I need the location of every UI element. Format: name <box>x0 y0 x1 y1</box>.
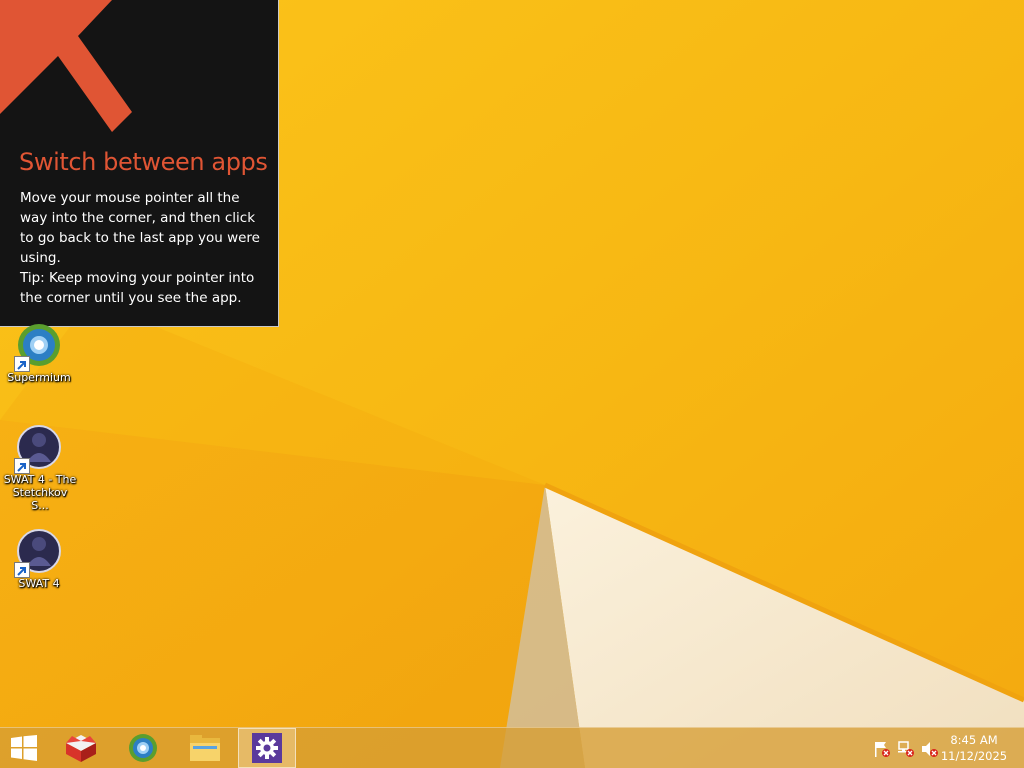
clock-date: 11/12/2025 <box>940 749 1008 763</box>
start-button[interactable] <box>0 728 48 768</box>
desktop-icon-swat4-stetchkov[interactable]: SWAT 4 - The Stetchkov S... <box>0 424 78 512</box>
taskbar-clock[interactable]: 8:45 AM 11/12/2025 <box>938 732 1010 764</box>
tip-hint: Tip: Keep moving your pointer into the c… <box>20 270 255 306</box>
supermium-browser-icon <box>129 734 157 762</box>
desktop-icon-swat4[interactable]: SWAT 4 <box>0 528 78 590</box>
gear-icon <box>252 733 282 763</box>
switch-apps-tip: Switch between apps Move your mouse poin… <box>0 0 279 327</box>
clock-time: 8:45 AM <box>950 733 998 747</box>
supermium-browser-icon <box>14 322 62 372</box>
desktop-icon-label: Supermium <box>7 371 71 384</box>
network-icon[interactable] <box>897 740 915 758</box>
flag-warning-icon[interactable] <box>873 740 891 758</box>
windows-start-icon <box>11 735 37 761</box>
desktop-icon-label: SWAT 4 <box>18 577 60 590</box>
swat4-game-icon <box>14 424 62 474</box>
taskbar-pinned-file-explorer[interactable] <box>176 728 234 768</box>
taskbar-pinned-settings[interactable] <box>238 728 296 768</box>
taskbar-pinned-supermium[interactable] <box>114 728 172 768</box>
tip-body: Move your mouse pointer all the way into… <box>20 188 270 308</box>
swat4-game-icon <box>14 528 62 578</box>
tip-instruction: Move your mouse pointer all the way into… <box>20 190 260 266</box>
box-app-icon <box>66 735 96 762</box>
shortcut-arrow-icon <box>14 356 30 372</box>
taskbar-pinned-game-launcher[interactable] <box>52 728 110 768</box>
folder-icon <box>190 735 220 761</box>
shortcut-arrow-icon <box>14 458 30 474</box>
tip-title: Switch between apps <box>19 148 268 176</box>
desktop-icon-label: SWAT 4 - The Stetchkov S... <box>3 473 77 512</box>
desktop-icon-supermium[interactable]: Supermium <box>0 322 78 384</box>
speaker-muted-icon[interactable] <box>921 740 939 758</box>
shortcut-arrow-icon <box>14 562 30 578</box>
arrow-up-left-icon <box>0 0 132 132</box>
taskbar: 8:45 AM 11/12/2025 <box>0 727 1024 768</box>
